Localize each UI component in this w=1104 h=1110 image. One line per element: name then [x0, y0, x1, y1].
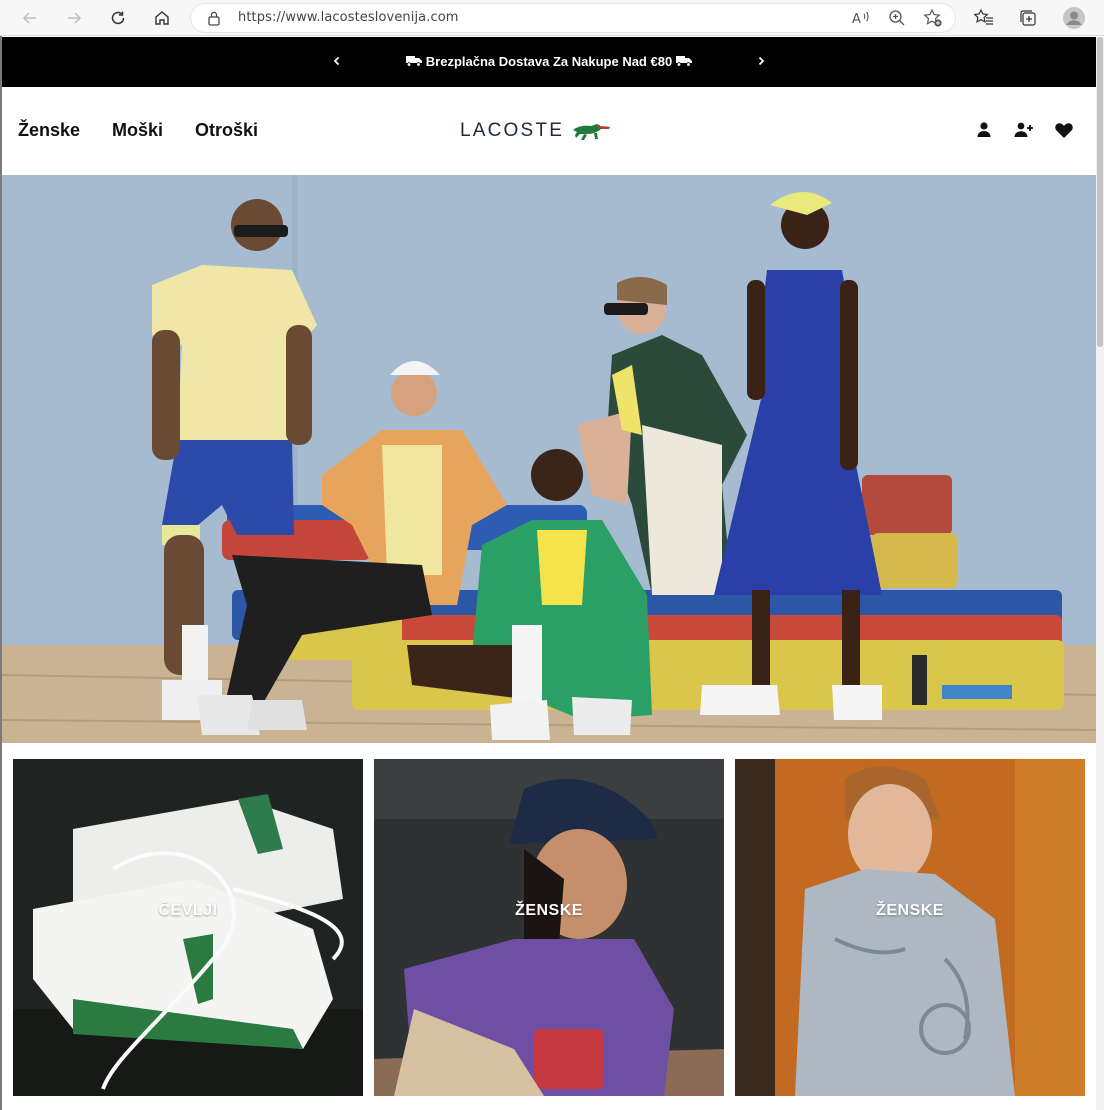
- add-favorite-button[interactable]: [923, 8, 943, 28]
- tile-label-zenske-2: ŽENSKE: [876, 902, 944, 919]
- favorites-button[interactable]: [970, 4, 998, 32]
- truck-icon: [406, 56, 423, 67]
- profile-button[interactable]: [1060, 4, 1088, 32]
- add-favorite-icon: [923, 8, 942, 27]
- register-button[interactable]: [1013, 120, 1035, 142]
- address-bar[interactable]: https://www.lacosteslovenija.com A: [190, 3, 956, 33]
- women-category-image: [374, 759, 724, 1096]
- site-header: Ženske Moški Otroški LACOSTE: [2, 87, 1096, 175]
- wishlist-button[interactable]: [1054, 120, 1076, 142]
- category-tile-women[interactable]: ŽENSKE: [374, 759, 724, 1096]
- women-category-image-2: [735, 759, 1085, 1096]
- lock-icon: [208, 11, 220, 26]
- promo-text: Brezplačna Dostava Za Nakupe Nad €80: [425, 54, 673, 69]
- nav-link-moski[interactable]: Moški: [112, 120, 163, 141]
- svg-text:A: A: [852, 12, 861, 27]
- profile-icon: [1063, 7, 1085, 29]
- reload-icon: [111, 11, 125, 25]
- favorites-icon: [974, 8, 993, 25]
- promo-bar: Brezplačna Dostava Za Nakupe Nad €80: [2, 37, 1096, 87]
- register-icon: [1014, 122, 1033, 137]
- hero-campaign-image: [2, 175, 1096, 743]
- browser-toolbar: https://www.lacosteslovenija.com A: [0, 0, 1104, 36]
- wishlist-heart-icon: [1055, 123, 1073, 138]
- read-aloud-icon: A: [852, 11, 869, 27]
- zoom-button[interactable]: [887, 8, 907, 28]
- tile-label-zenske: ŽENSKE: [515, 902, 583, 919]
- crocodile-icon: [573, 124, 611, 140]
- page-scrollbar[interactable]: [1096, 37, 1104, 1110]
- home-button[interactable]: [148, 4, 176, 32]
- nav-link-zenske[interactable]: Ženske: [18, 120, 80, 141]
- home-icon: [155, 11, 169, 25]
- promo-message[interactable]: Brezplačna Dostava Za Nakupe Nad €80: [2, 54, 1096, 69]
- category-tile-shoes[interactable]: ČEVLJI: [13, 759, 363, 1096]
- category-tile-women-2[interactable]: ŽENSKE: [735, 759, 1085, 1096]
- url-text: https://www.lacosteslovenija.com: [238, 10, 459, 25]
- collections-button[interactable]: [1014, 4, 1042, 32]
- lacoste-logo[interactable]: LACOSTE: [460, 115, 616, 147]
- shoes-category-image: [13, 759, 363, 1096]
- account-button[interactable]: [974, 120, 996, 142]
- truck-icon: [675, 56, 692, 67]
- logo-text: LACOSTE: [460, 120, 565, 141]
- reload-button[interactable]: [104, 4, 132, 32]
- account-icon: [977, 122, 991, 137]
- collections-icon: [1020, 10, 1036, 26]
- forward-button[interactable]: [60, 4, 88, 32]
- promo-next-button[interactable]: [751, 51, 771, 71]
- chevron-right-icon: [758, 56, 765, 66]
- back-button[interactable]: [16, 4, 44, 32]
- read-aloud-button[interactable]: A: [850, 8, 872, 28]
- tile-label-cevlji: ČEVLJI: [158, 902, 218, 919]
- zoom-icon: [889, 10, 905, 26]
- nav-link-otroski[interactable]: Otroški: [195, 120, 258, 141]
- hero-banner[interactable]: [2, 175, 1096, 743]
- scrollbar-thumb[interactable]: [1097, 37, 1103, 347]
- back-icon: [22, 12, 36, 24]
- forward-icon: [68, 12, 82, 24]
